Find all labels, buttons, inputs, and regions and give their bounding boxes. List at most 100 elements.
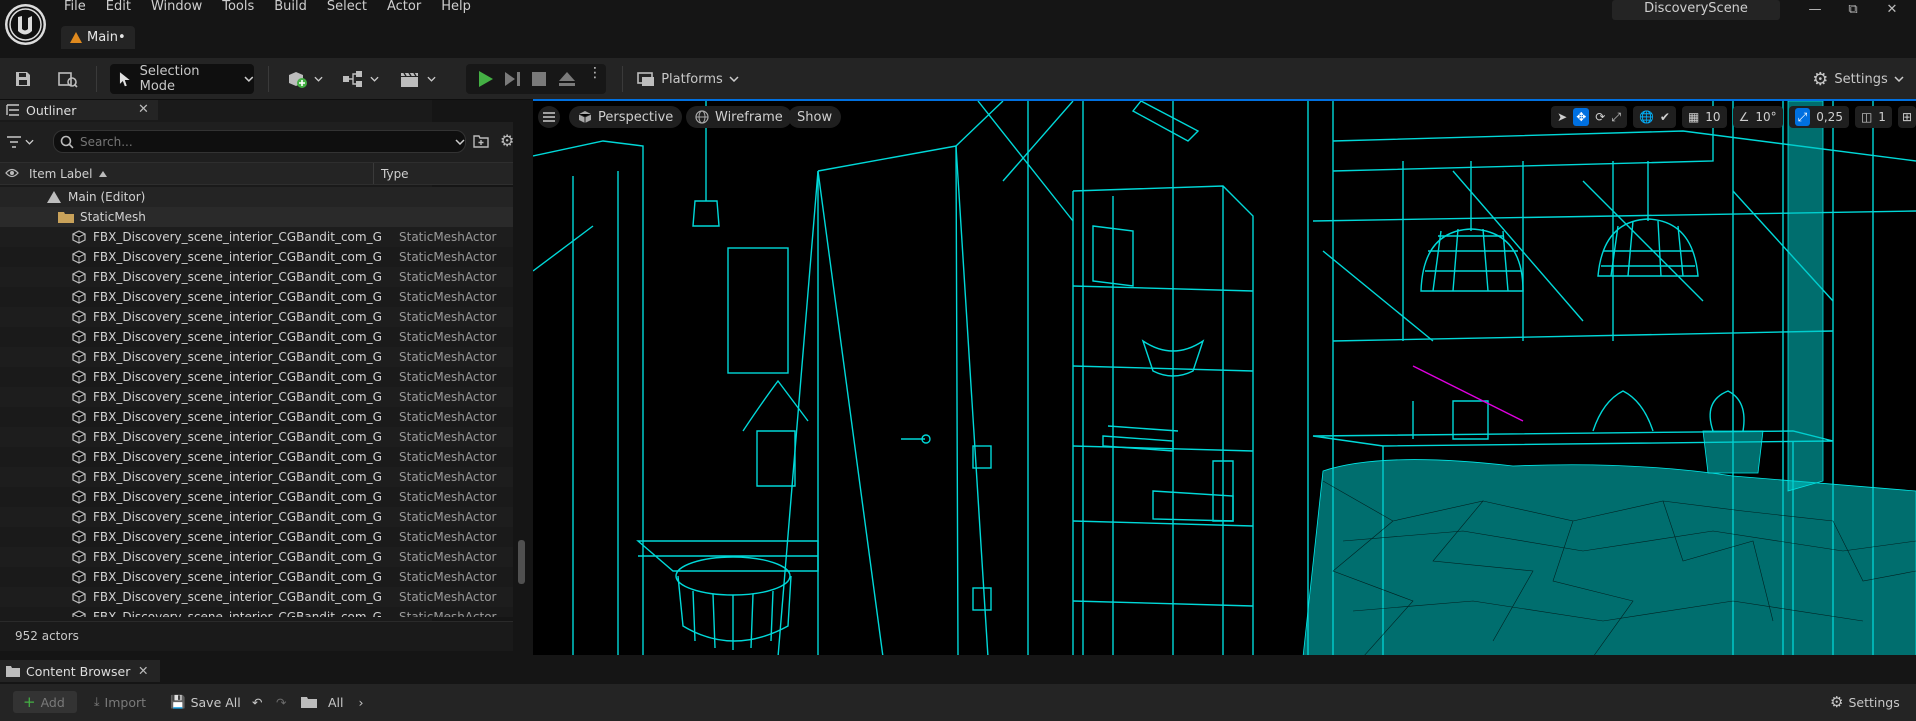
outliner-tab[interactable]: Outliner ✕: [0, 100, 158, 120]
table-row[interactable]: FBX_Discovery_scene_interior_CGBandit_co…: [0, 427, 513, 447]
table-row[interactable]: FBX_Discovery_scene_interior_CGBandit_co…: [0, 247, 513, 267]
static-mesh-icon: [72, 430, 86, 444]
tab-main[interactable]: Main•: [61, 26, 135, 49]
table-row[interactable]: FBX_Discovery_scene_interior_CGBandit_co…: [0, 447, 513, 467]
menu-help[interactable]: Help: [431, 0, 481, 16]
add-folder-icon[interactable]: [473, 134, 489, 151]
table-row[interactable]: FBX_Discovery_scene_interior_CGBandit_co…: [0, 227, 513, 247]
table-row[interactable]: FBX_Discovery_scene_interior_CGBandit_co…: [0, 507, 513, 527]
step-icon[interactable]: [504, 71, 522, 90]
row-label: FBX_Discovery_scene_interior_CGBandit_co…: [93, 570, 382, 584]
table-row[interactable]: FBX_Discovery_scene_interior_CGBandit_co…: [0, 367, 513, 387]
folder-path[interactable]: All ›: [301, 691, 364, 713]
outliner-close-icon[interactable]: ✕: [138, 102, 149, 117]
table-row[interactable]: FBX_Discovery_scene_interior_CGBandit_co…: [0, 287, 513, 307]
table-row[interactable]: FBX_Discovery_scene_interior_CGBandit_co…: [0, 467, 513, 487]
import-icon: ⤓: [94, 694, 100, 709]
menu-edit[interactable]: Edit: [96, 0, 141, 16]
menu-actor[interactable]: Actor: [377, 0, 431, 16]
cursor-icon: [119, 72, 130, 87]
menu-tools[interactable]: Tools: [212, 0, 264, 16]
save-all-label: Save All: [190, 694, 241, 710]
import-button[interactable]: ⤓ Import: [94, 691, 146, 713]
add-actor-button[interactable]: [284, 64, 324, 94]
camera-speed-group[interactable]: ◫ 1: [1854, 106, 1892, 128]
row-type: StaticMeshActor: [399, 430, 497, 444]
row-label: FBX_Discovery_scene_interior_CGBandit_co…: [93, 410, 382, 424]
blueprints-button[interactable]: [340, 64, 380, 94]
viewport-transform-tools: ➤ ✥ ⟳ ⤢ 🌐 ✔ ▦ 10 ∠ 10° ⤢ 0,25 ◫ 1 ⊞: [1551, 105, 1916, 129]
eye-icon[interactable]: [0, 167, 24, 181]
content-browser-settings[interactable]: ⚙ Settings: [1830, 691, 1900, 713]
history-back-icon[interactable]: ↶: [252, 691, 262, 713]
table-row[interactable]: FBX_Discovery_scene_interior_CGBandit_co…: [0, 527, 513, 547]
table-row[interactable]: FBX_Discovery_scene_interior_CGBandit_co…: [0, 487, 513, 507]
outliner-panel: Outliner ✕ ⚙ Item Label Type Main (Edi: [0, 100, 525, 651]
save-icon[interactable]: [12, 64, 34, 94]
menu-window[interactable]: Window: [141, 0, 212, 16]
table-row[interactable]: FBX_Discovery_scene_interior_CGBandit_co…: [0, 347, 513, 367]
perspective-button[interactable]: Perspective: [569, 106, 683, 128]
rotate-icon[interactable]: ⟳: [1595, 110, 1605, 124]
content-browser-close-icon[interactable]: ✕: [138, 663, 148, 678]
platforms-dropdown[interactable]: Platforms: [636, 64, 740, 94]
table-row[interactable]: FBX_Discovery_scene_interior_CGBandit_co…: [0, 547, 513, 567]
table-row[interactable]: FBX_Discovery_scene_interior_CGBandit_co…: [0, 587, 513, 607]
menu-file[interactable]: File: [54, 0, 96, 16]
static-mesh-icon: [72, 370, 86, 384]
table-row[interactable]: FBX_Discovery_scene_interior_CGBandit_co…: [0, 267, 513, 287]
outliner-search[interactable]: [53, 130, 466, 153]
viewport-layout-button[interactable]: ⊞: [1897, 106, 1916, 128]
level-viewport[interactable]: Perspective Wireframe Show ➤ ✥ ⟳ ⤢ 🌐 ✔ ▦…: [533, 99, 1916, 655]
eject-icon[interactable]: [558, 71, 576, 90]
outliner-scrollbar[interactable]: [518, 540, 525, 584]
table-row[interactable]: FBX_Discovery_scene_interior_CGBandit_co…: [0, 407, 513, 427]
add-button[interactable]: + Add: [13, 691, 77, 713]
scale-icon[interactable]: ⤢: [1611, 110, 1621, 125]
outliner-settings-icon[interactable]: ⚙: [500, 133, 514, 149]
cinematics-button[interactable]: [396, 64, 438, 94]
view-mode-button[interactable]: Wireframe: [686, 106, 792, 128]
column-item-label-text: Item Label: [29, 166, 93, 181]
minimize-icon[interactable]: —: [1805, 2, 1825, 18]
play-icon[interactable]: [476, 70, 494, 91]
stop-icon[interactable]: [532, 72, 546, 89]
table-row[interactable]: FBX_Discovery_scene_interior_CGBandit_co…: [0, 387, 513, 407]
table-row[interactable]: FBX_Discovery_scene_interior_CGBandit_co…: [0, 307, 513, 327]
chevron-down-icon[interactable]: [455, 138, 465, 145]
world-icon[interactable]: 🌐: [1639, 110, 1654, 124]
menu-select[interactable]: Select: [317, 0, 377, 16]
grid-snap-group[interactable]: ▦ 10: [1681, 106, 1727, 128]
column-type[interactable]: Type: [374, 167, 409, 181]
rotation-snap-group[interactable]: ∠ 10°: [1732, 106, 1783, 128]
menu-build[interactable]: Build: [264, 0, 317, 16]
column-item-label[interactable]: Item Label: [24, 163, 374, 184]
filter-button[interactable]: [6, 132, 44, 152]
settings-dropdown[interactable]: ⚙ Settings: [1808, 64, 1908, 94]
outliner-tree: Main (Editor) StaticMesh FBX_Discovery_s…: [0, 187, 513, 617]
browse-icon[interactable]: [56, 64, 80, 94]
static-mesh-icon: [72, 270, 86, 284]
show-button[interactable]: Show: [788, 106, 842, 128]
more-options-icon[interactable]: ⋮: [588, 66, 602, 80]
select-icon[interactable]: ➤: [1557, 110, 1567, 124]
table-row[interactable]: FBX_Discovery_scene_interior_CGBandit_co…: [0, 567, 513, 587]
surface-snap-icon[interactable]: ✔: [1660, 110, 1670, 124]
search-input[interactable]: [79, 134, 450, 149]
save-all-button[interactable]: 💾 Save All: [170, 691, 241, 713]
viewport-menu-button[interactable]: [538, 106, 560, 128]
unreal-logo[interactable]: [5, 4, 46, 45]
rotation-snap-value: 10°: [1755, 110, 1777, 124]
tree-folder-staticmesh[interactable]: StaticMesh: [0, 207, 513, 227]
restore-icon[interactable]: ⧉: [1843, 2, 1863, 18]
scale-snap-group[interactable]: ⤢ 0,25: [1788, 106, 1849, 128]
selection-mode-dropdown[interactable]: Selection Mode: [110, 64, 254, 94]
table-row[interactable]: FBX_Discovery_scene_interior_CGBandit_co…: [0, 607, 513, 617]
tree-root-main[interactable]: Main (Editor): [0, 187, 513, 207]
close-icon[interactable]: ✕: [1882, 2, 1902, 18]
translate-icon[interactable]: ✥: [1573, 108, 1590, 126]
history-forward-icon[interactable]: ↷: [276, 691, 286, 713]
wireframe-scene: [533, 101, 1916, 655]
table-row[interactable]: FBX_Discovery_scene_interior_CGBandit_co…: [0, 327, 513, 347]
content-browser-tab[interactable]: Content Browser ✕: [0, 660, 160, 682]
